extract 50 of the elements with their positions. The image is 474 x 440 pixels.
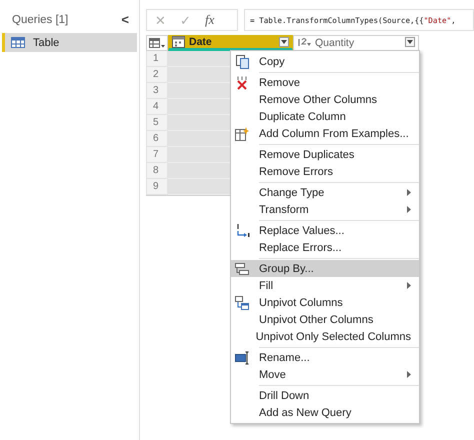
menu-item[interactable]: Fill (231, 277, 419, 294)
menu-item[interactable]: Remove Other Columns (231, 91, 419, 108)
replace-arrow-icon (234, 224, 250, 238)
dropdown-button[interactable] (279, 37, 289, 47)
menu-item[interactable]: Replace Values... (231, 222, 419, 239)
row-number: 3 (146, 83, 168, 99)
number-type-icon (297, 37, 311, 48)
pane-title: Queries [1] (12, 14, 68, 26)
row-number: 7 (146, 147, 168, 163)
menu-item[interactable]: Move (231, 366, 419, 383)
menu-item[interactable]: Unpivot Only Selected Columns (231, 328, 419, 345)
table-menu-icon (149, 37, 165, 49)
menu-item[interactable]: Replace Errors... (231, 239, 419, 256)
menu-item[interactable]: Add as New Query (231, 404, 419, 421)
menu-item[interactable]: Drill Down (231, 387, 419, 404)
table-sparkle-icon (234, 126, 250, 140)
menu-item[interactable]: Unpivot Columns (231, 294, 419, 311)
caret-icon (281, 40, 287, 44)
fx-label: fx (205, 12, 214, 28)
row-number: 6 (146, 131, 168, 147)
column-header[interactable]: Date (168, 35, 293, 51)
row-number: 1 (146, 51, 168, 67)
unpivot-table-icon (234, 296, 250, 310)
menu-item[interactable]: Unpivot Other Columns (231, 311, 419, 328)
menu-item[interactable]: Copy (231, 53, 419, 70)
copy-icon (234, 54, 250, 68)
row-number: 4 (146, 99, 168, 115)
rename-field-icon (234, 350, 250, 364)
menu-item[interactable]: Group By... (231, 260, 419, 277)
menu-item[interactable]: Transform (231, 201, 419, 218)
dropdown-button[interactable] (405, 37, 415, 47)
menu-item[interactable]: Remove Errors (231, 163, 419, 180)
query-item[interactable]: Table (2, 33, 137, 52)
row-number: 9 (146, 179, 168, 195)
menu-item[interactable]: Duplicate Column (231, 108, 419, 125)
menu-item[interactable]: Change Type (231, 184, 419, 201)
collapse-button[interactable]: < (119, 12, 131, 27)
remove-column-icon (234, 76, 250, 90)
table-icon (11, 36, 25, 49)
group-by-icon (234, 262, 250, 276)
row-number: 2 (146, 67, 168, 83)
menu-item[interactable]: Remove (231, 74, 419, 91)
row-number: 8 (146, 163, 168, 179)
caret-icon (407, 40, 413, 44)
menu-item[interactable]: Remove Duplicates (231, 146, 419, 163)
row-number: 5 (146, 115, 168, 131)
column-header[interactable]: Quantity (293, 35, 419, 51)
calendar-icon (172, 36, 185, 48)
menu-item[interactable]: Rename... (231, 349, 419, 366)
menu-item[interactable]: Add Column From Examples... (231, 125, 419, 142)
